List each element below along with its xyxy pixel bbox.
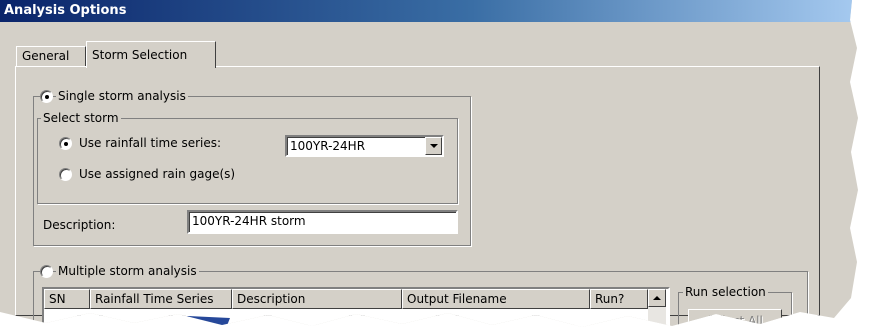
multiple-storm-radio[interactable] <box>40 265 53 278</box>
title-bar[interactable]: Analysis Options <box>0 0 858 22</box>
tab-general[interactable]: General <box>16 46 86 66</box>
tab-storm-selection-label: Storm Selection <box>92 48 188 62</box>
select-all-label: Select All <box>707 314 763 328</box>
column-header-rainfall-label: Rainfall Time Series <box>95 292 214 306</box>
column-header-output[interactable]: Output Filename <box>402 289 590 309</box>
use-rainfall-label: Use rainfall time series: <box>79 136 222 150</box>
column-header-rainfall[interactable]: Rainfall Time Series <box>90 289 232 309</box>
table-scrollbar[interactable] <box>648 289 666 325</box>
column-header-run[interactable]: Run? <box>590 289 648 309</box>
multiple-storm-label: Multiple storm analysis <box>56 264 199 278</box>
use-rainfall-radio[interactable] <box>59 137 72 150</box>
use-gage-radio[interactable] <box>59 168 72 181</box>
window-title: Analysis Options <box>4 3 127 18</box>
scroll-up-icon[interactable] <box>648 289 666 307</box>
rainfall-series-value: 100YR-24HR <box>290 139 366 153</box>
analysis-options-dialog: Analysis Options General Storm Selection… <box>0 0 858 328</box>
column-header-output-label: Output Filename <box>407 292 507 306</box>
chevron-down-icon[interactable] <box>425 137 442 155</box>
tab-storm-selection[interactable]: Storm Selection <box>86 41 216 68</box>
column-header-description[interactable]: Description <box>232 289 402 309</box>
select-storm-group <box>37 118 458 204</box>
rainfall-series-select[interactable]: 100YR-24HR <box>285 135 444 157</box>
column-header-sn-label: SN <box>49 292 66 306</box>
select-storm-label: Select storm <box>41 111 121 125</box>
column-header-description-label: Description <box>237 292 306 306</box>
column-header-run-label: Run? <box>595 292 625 306</box>
run-selection-label: Run selection <box>683 285 768 299</box>
single-storm-radio-dot <box>45 95 49 99</box>
column-header-sn[interactable]: SN <box>44 289 90 309</box>
tab-general-label: General <box>22 49 70 63</box>
description-input[interactable]: 100YR-24HR storm <box>187 210 458 234</box>
select-all-button[interactable]: Select All <box>688 309 782 328</box>
use-gage-label: Use assigned rain gage(s) <box>79 167 236 181</box>
background-window-fragment <box>160 316 230 327</box>
storm-table[interactable]: SN Rainfall Time Series Description Outp… <box>42 287 670 327</box>
description-label: Description: <box>43 218 116 232</box>
single-storm-label: Single storm analysis <box>56 89 188 103</box>
use-rainfall-radio-dot <box>64 142 68 146</box>
description-value: 100YR-24HR storm <box>192 214 306 228</box>
single-storm-radio[interactable] <box>40 90 53 103</box>
